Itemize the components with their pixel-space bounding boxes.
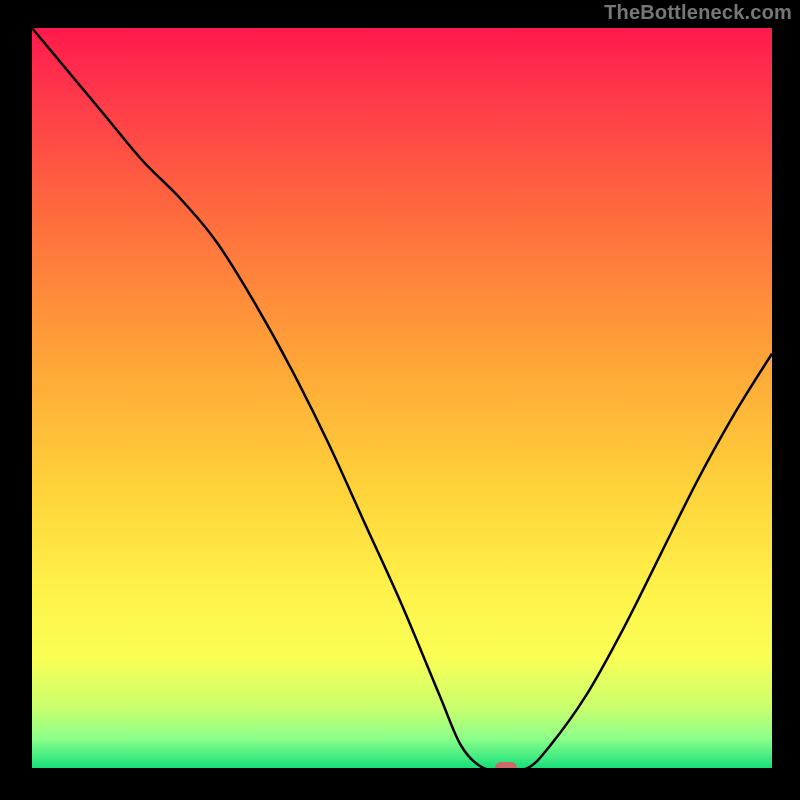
chart-frame: TheBottleneck.com [0, 0, 800, 800]
bottleneck-curve [32, 28, 772, 768]
watermark-text: TheBottleneck.com [604, 2, 792, 25]
optimal-marker [495, 762, 517, 768]
plot-area [32, 28, 772, 768]
curve-line [32, 28, 772, 768]
